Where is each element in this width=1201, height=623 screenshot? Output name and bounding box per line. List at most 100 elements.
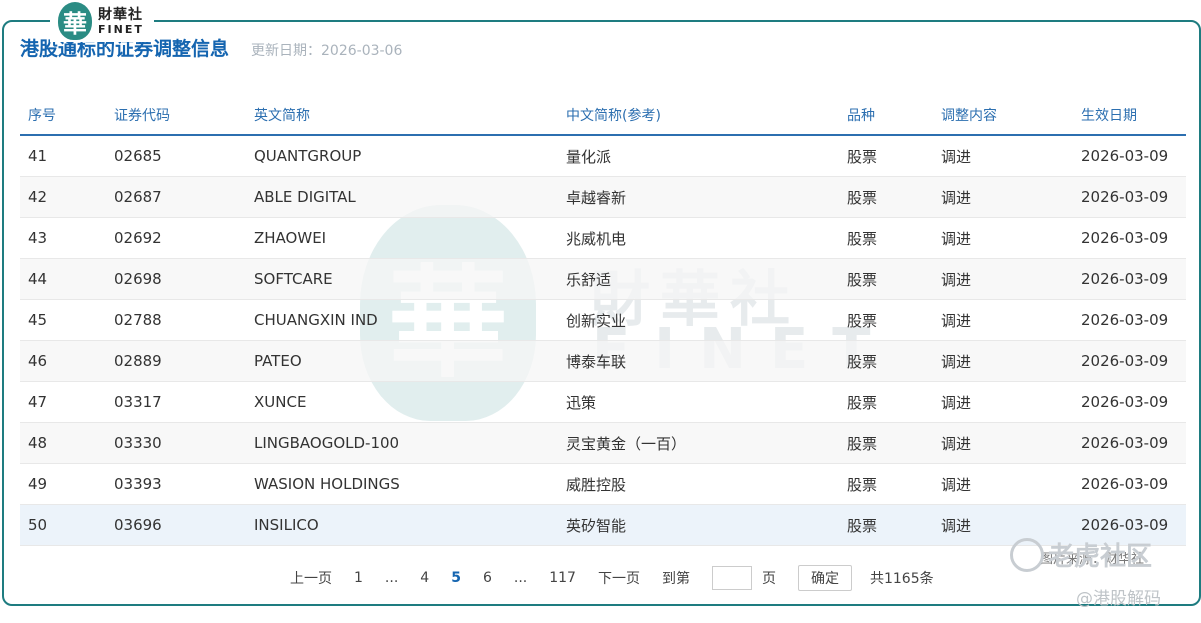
cell-en-name: PATEO <box>246 340 558 382</box>
cell-type: 股票 <box>839 422 933 464</box>
cell-en-name: SOFTCARE <box>246 258 558 300</box>
cell-code: 03317 <box>106 381 246 423</box>
page-link-1[interactable]: 1 <box>354 570 363 586</box>
cell-en-name: XUNCE <box>246 381 558 423</box>
cell-cn-name: 乐舒适 <box>558 258 839 300</box>
cell-seq: 48 <box>20 422 106 464</box>
table-header-row: 序号 证券代码 英文简称 中文简称(参考) 品种 调整内容 生效日期 <box>20 94 1186 136</box>
prev-page-link[interactable]: 上一页 <box>290 568 332 588</box>
cell-adjustment: 调进 <box>933 422 1073 464</box>
cell-type: 股票 <box>839 176 933 218</box>
table-row: 41 02685 QUANTGROUP 量化派 股票 调进 2026-03-09 <box>20 135 1186 177</box>
current-page: 5 <box>451 570 461 586</box>
cell-type: 股票 <box>839 299 933 341</box>
cell-code: 02687 <box>106 176 246 218</box>
cell-code: 02788 <box>106 299 246 341</box>
goto-label: 到第 <box>661 571 690 587</box>
cell-effective-date: 2026-03-09 <box>1073 463 1186 505</box>
table-row: 46 02889 PATEO 博泰车联 股票 调进 2026-03-09 <box>20 340 1186 382</box>
cell-en-name: INSILICO <box>246 504 558 546</box>
cell-seq: 45 <box>20 299 106 341</box>
cell-seq: 44 <box>20 258 106 300</box>
cell-adjustment: 调进 <box>933 381 1073 423</box>
brand-name-cn: 財華社 <box>98 6 143 23</box>
table-row: 48 03330 LINGBAOGOLD-100 灵宝黄金（一百） 股票 调进 2026-0… <box>20 422 1186 464</box>
author-handle: @港股解码 <box>1076 589 1161 609</box>
page-link-6[interactable]: 6 <box>483 570 492 586</box>
cell-effective-date: 2026-03-09 <box>1073 340 1186 382</box>
cell-adjustment: 调进 <box>933 340 1073 382</box>
cell-seq: 47 <box>20 381 106 423</box>
cell-en-name: ABLE DIGITAL <box>246 176 558 218</box>
cell-type: 股票 <box>839 504 933 546</box>
community-name: 老虎社区 <box>1048 542 1153 572</box>
col-header-code: 证券代码 <box>106 94 246 136</box>
cell-cn-name: 博泰车联 <box>558 340 839 382</box>
cell-effective-date: 2026-03-09 <box>1073 176 1186 218</box>
table-row: 42 02687 ABLE DIGITAL 卓越睿新 股票 调进 2026-03-09 <box>20 176 1186 218</box>
cell-cn-name: 迅策 <box>558 381 839 423</box>
next-page-link[interactable]: 下一页 <box>598 568 640 588</box>
cell-cn-name: 威胜控股 <box>558 463 839 505</box>
brand-logo: 華 財華社 FINET <box>50 0 154 42</box>
cell-adjustment: 调进 <box>933 176 1073 218</box>
table-row: 47 03317 XUNCE 迅策 股票 调进 2026-03-09 <box>20 381 1186 423</box>
cell-en-name: QUANTGROUP <box>246 135 558 177</box>
cell-en-name: ZHAOWEI <box>246 217 558 259</box>
table-row: 43 02692 ZHAOWEI 兆威机电 股票 调进 2026-03-09 <box>20 217 1186 259</box>
page-link-last[interactable]: 117 <box>549 570 576 586</box>
update-date: 更新日期：2026-03-06 <box>251 43 403 59</box>
tiger-logo-icon <box>1010 537 1044 572</box>
col-header-en-name: 英文简称 <box>246 94 558 136</box>
cell-type: 股票 <box>839 463 933 505</box>
cell-cn-name: 卓越睿新 <box>558 176 839 218</box>
page-link-4[interactable]: 4 <box>420 570 429 586</box>
pagination: 上一页 1 ... 4 5 6 ... 117 下一页 到第 页 确定 共116… <box>290 565 956 591</box>
cell-seq: 50 <box>20 504 106 546</box>
cell-adjustment: 调进 <box>933 135 1073 177</box>
cell-code: 02692 <box>106 217 246 259</box>
cell-cn-name: 灵宝黄金（一百） <box>558 422 839 464</box>
cell-cn-name: 兆威机电 <box>558 217 839 259</box>
cell-seq: 42 <box>20 176 106 218</box>
brand-name-en: FINET <box>98 22 144 36</box>
table-row: 45 02788 CHUANGXIN IND 创新实业 股票 调进 2026-03-09 <box>20 299 1186 341</box>
col-header-type: 品种 <box>839 94 933 136</box>
cell-type: 股票 <box>839 258 933 300</box>
page-number-input[interactable] <box>711 566 752 590</box>
cell-code: 02889 <box>106 340 246 382</box>
cell-type: 股票 <box>839 217 933 259</box>
cell-en-name: WASION HOLDINGS <box>246 463 558 505</box>
cell-seq: 46 <box>20 340 106 382</box>
cell-cn-name: 英矽智能 <box>558 504 839 546</box>
cell-effective-date: 2026-03-09 <box>1073 299 1186 341</box>
pager-ellipsis: ... <box>384 570 399 586</box>
cell-type: 股票 <box>839 340 933 382</box>
cell-seq: 49 <box>20 463 106 505</box>
cell-adjustment: 调进 <box>933 258 1073 300</box>
confirm-button[interactable]: 确定 <box>797 565 852 591</box>
cell-effective-date: 2026-03-09 <box>1073 217 1186 259</box>
col-header-effective-date: 生效日期 <box>1073 94 1186 136</box>
cell-code: 02698 <box>106 258 246 300</box>
cell-cn-name: 量化派 <box>558 135 839 177</box>
cell-code: 03330 <box>106 422 246 464</box>
col-header-seq: 序号 <box>20 94 106 136</box>
col-header-cn-name: 中文简称(参考) <box>558 94 839 136</box>
cell-code: 02685 <box>106 135 246 177</box>
cell-effective-date: 2026-03-09 <box>1073 135 1186 177</box>
total-count: 共1165条 <box>869 571 934 587</box>
cell-effective-date: 2026-03-09 <box>1073 422 1186 464</box>
cell-cn-name: 创新实业 <box>558 299 839 341</box>
cell-adjustment: 调进 <box>933 299 1073 341</box>
col-header-adjustment: 调整内容 <box>933 94 1073 136</box>
cell-effective-date: 2026-03-09 <box>1073 258 1186 300</box>
cell-code: 03393 <box>106 463 246 505</box>
cell-type: 股票 <box>839 135 933 177</box>
cell-seq: 41 <box>20 135 106 177</box>
table-row: 49 03393 WASION HOLDINGS 威胜控股 股票 调进 2026-03-09 <box>20 463 1186 505</box>
cell-effective-date: 2026-03-09 <box>1073 381 1186 423</box>
cell-en-name: CHUANGXIN IND <box>246 299 558 341</box>
brand-text: 財華社 FINET <box>98 8 144 35</box>
cell-seq: 43 <box>20 217 106 259</box>
